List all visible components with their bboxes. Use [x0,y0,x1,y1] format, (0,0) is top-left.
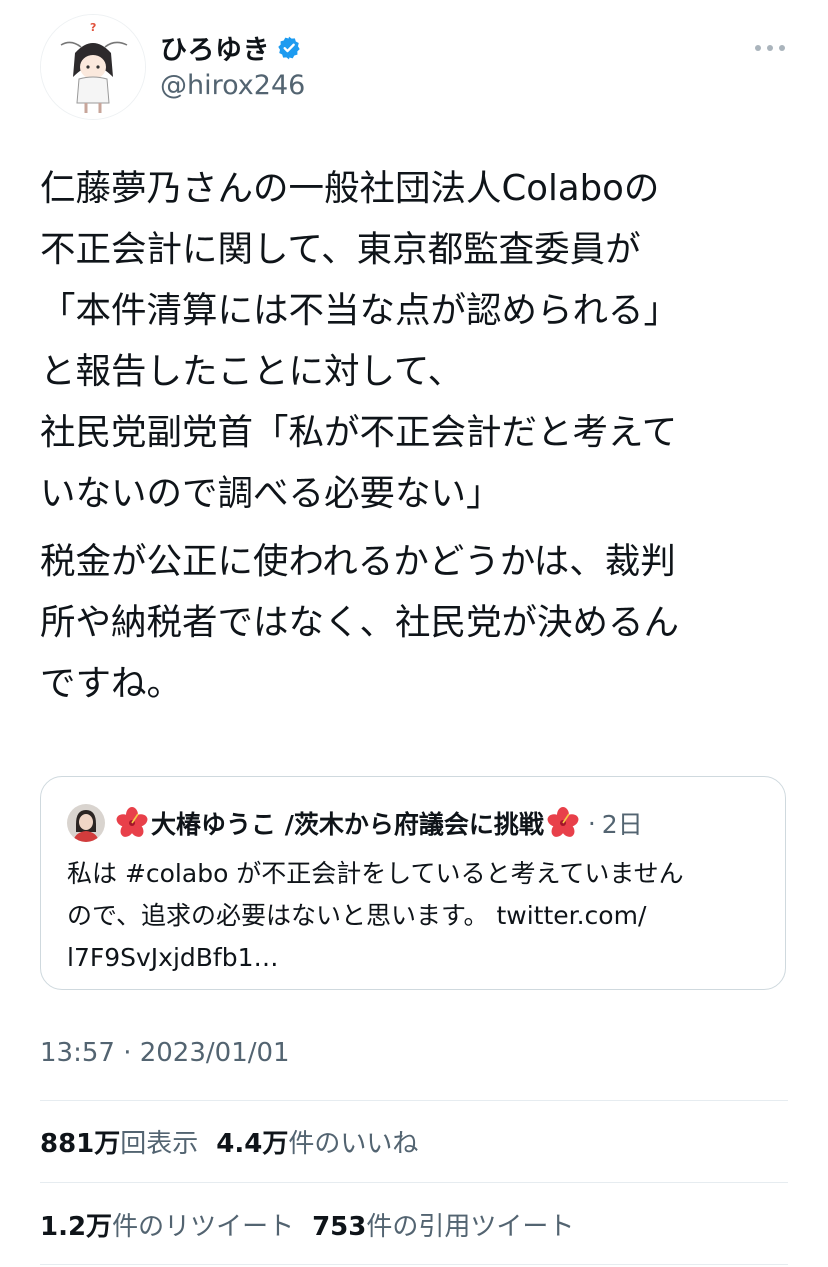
tweet-line: 仁藤夢乃さんの一般社団法人Colaboの [40,168,660,209]
avatar-illustration: ? [41,15,145,119]
views-count: 881万 [40,1129,121,1159]
author-handle[interactable]: @hirox246 [160,70,305,101]
tweet-line: 不正会計に関して、東京都監査委員が [40,229,641,270]
quoted-author-avatar[interactable] [67,804,105,842]
tweet-line: 所や納税者ではなく、社民党が決めるん [40,602,680,643]
author-avatar[interactable]: ? [40,14,146,120]
quoted-tweet-text: 私は #colabo が不正会計をしていると考えていません ので、追求の必要はな… [67,853,767,979]
quoted-author-name[interactable]: 大椿ゆうこ /茨木から府議会に挑戦 [151,805,544,841]
tweet-line: ですね。 [40,663,183,704]
retweets-label[interactable]: 件のリツイート [112,1212,294,1242]
quoted-tweet-line: l7F9SvJxjdBfb1… [67,943,279,972]
likes-label[interactable]: 件のいいね [288,1129,418,1159]
stats-row-views-likes: 881万回表示 4.4万件のいいね [40,1123,418,1160]
tweet-line: いないので調べる必要ない」 [40,473,502,514]
quote-tweets-label[interactable]: 件の引用ツイート [366,1212,574,1242]
hibiscus-icon [546,806,580,840]
divider [40,1264,788,1265]
tweet-timestamp[interactable]: 13:57 · 2023/01/01 [40,1038,290,1068]
quoted-tweet-line: 私は #colabo が不正会計をしていると考えていません [67,859,684,888]
tweet-paragraph-2: 税金が公正に使われるかどうかは、裁判 所や納税者ではなく、社民党が決めるん です… [40,531,800,714]
tweet-line: 税金が公正に使われるかどうかは、裁判 [40,541,676,582]
author-display-name[interactable]: ひろゆき [160,28,270,67]
divider [40,1100,788,1101]
tweet-line: 社民党副党首「私が不正会計だと考えて [40,412,678,453]
tweet-line: と報告したことに対して、 [40,351,464,392]
quote-tweets-count[interactable]: 753 [312,1212,366,1242]
tweet-line: 「本件清算には不当な点が認められる」 [40,290,680,331]
tweet-paragraph-1: 仁藤夢乃さんの一般社団法人Colaboの 不正会計に関して、東京都監査委員が 「… [40,158,800,524]
more-options-icon[interactable] [752,38,788,58]
svg-text:?: ? [90,21,96,34]
quoted-tweet-header: 大椿ゆうこ /茨木から府議会に挑戦 · 2日 [67,803,643,843]
tweet-header: ? ひろゆき @hirox246 [40,14,790,120]
tweet-text: 仁藤夢乃さんの一般社団法人Colaboの 不正会計に関して、東京都監査委員が 「… [40,158,800,714]
verified-badge-icon [276,35,302,61]
hibiscus-icon [115,806,149,840]
quoted-tweet-card[interactable]: 大椿ゆうこ /茨木から府議会に挑戦 · 2日 私は #colabo が不正会計を… [40,776,786,990]
quoted-tweet-time[interactable]: 2日 [602,805,643,841]
stats-row-retweets-quotes: 1.2万件のリツイート 753件の引用ツイート [40,1206,574,1243]
author-name-row[interactable]: ひろゆき [160,28,302,67]
quoted-tweet-line: ので、追求の必要はないと思います。 twitter.com/ [67,901,647,930]
views-label: 回表示 [120,1129,199,1159]
divider [40,1182,788,1183]
likes-count[interactable]: 4.4万 [216,1129,288,1159]
separator-dot: · [587,808,596,838]
retweets-count[interactable]: 1.2万 [40,1212,112,1242]
